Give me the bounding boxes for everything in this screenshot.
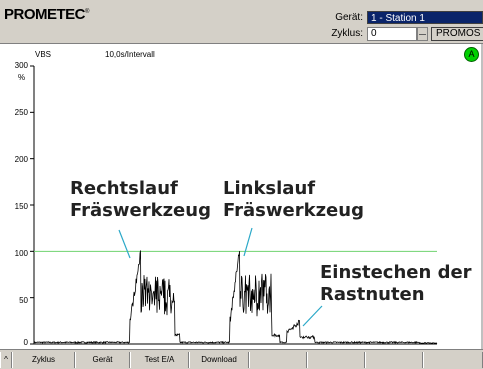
annotation-pointer	[118, 229, 131, 259]
cycle-label: Zyklus:	[331, 28, 363, 39]
annotation-right-run: Rechtslauf Fräswerkzeug	[70, 178, 211, 222]
tab-empty-4[interactable]	[423, 352, 483, 368]
y-tick-label: 50	[19, 296, 28, 305]
interval-label: 10,0s/Intervall	[105, 50, 155, 59]
tab-device[interactable]: Gerät	[75, 352, 130, 368]
cycle-spinner[interactable]	[417, 27, 428, 41]
annotation-groove: Einstechen der Rastnuten	[320, 262, 472, 306]
unit-label: %	[18, 73, 26, 82]
header-bar: PROMETEC® Gerät: 1 - Station 1 Zyklus: 0…	[0, 0, 483, 44]
cycle-input[interactable]: 0	[367, 27, 417, 41]
bottom-tab-bar: ^ Zyklus Gerät Test E/A Download	[0, 349, 483, 369]
annotation-left-run-line1: Linkslauf	[223, 178, 316, 199]
y-tick-label: 250	[14, 108, 28, 117]
logo: PROMETEC®	[4, 6, 89, 23]
y-tick-label: 0	[23, 338, 28, 347]
tab-download[interactable]: Download	[189, 352, 249, 368]
annotation-left-run-line2: Fräswerkzeug	[223, 200, 364, 221]
y-tick-label: 300	[14, 61, 28, 70]
signal-label: VBS	[35, 50, 52, 59]
tab-empty-2[interactable]	[307, 352, 365, 368]
y-tick-label: 100	[14, 249, 28, 258]
status-led-icon: A	[464, 47, 479, 62]
logo-text: PROMETEC	[4, 6, 86, 23]
promos-button[interactable]: PROMOS	[431, 27, 483, 41]
annotation-groove-line2: Rastnuten	[320, 284, 425, 305]
tab-empty-3[interactable]	[365, 352, 423, 368]
y-tick-label: 200	[14, 155, 28, 164]
y-tick-label: 150	[14, 202, 28, 211]
annotation-left-run: Linkslauf Fräswerkzeug	[223, 178, 364, 222]
device-select[interactable]: 1 - Station 1	[367, 11, 483, 24]
tab-test-io[interactable]: Test E/A	[130, 352, 189, 368]
annotation-pointer	[302, 305, 323, 327]
tab-collapse[interactable]: ^	[0, 352, 12, 368]
logo-mark: ®	[85, 9, 89, 15]
tab-cycle[interactable]: Zyklus	[12, 352, 75, 368]
annotation-groove-line1: Einstechen der	[320, 262, 472, 283]
annotation-right-run-line2: Fräswerkzeug	[70, 200, 211, 221]
tab-empty-1[interactable]	[249, 352, 307, 368]
annotation-right-run-line1: Rechtslauf	[70, 178, 178, 199]
device-label: Gerät:	[335, 12, 363, 23]
